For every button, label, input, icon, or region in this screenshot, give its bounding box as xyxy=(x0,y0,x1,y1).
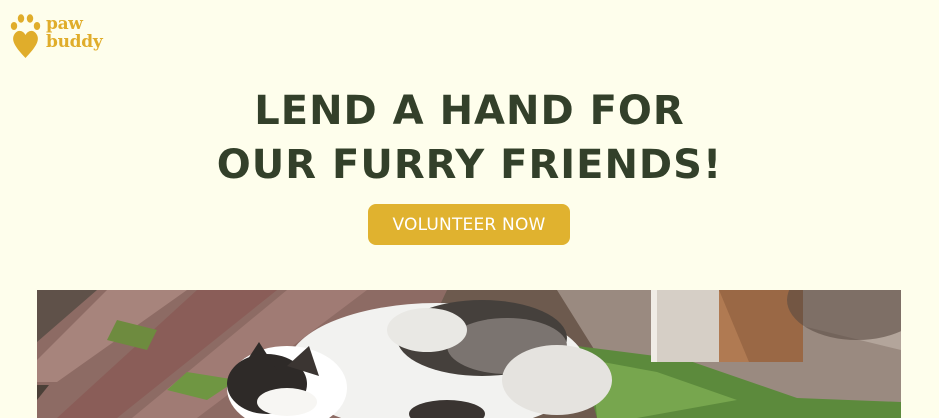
hero-title-line-1: LEND A HAND FOR xyxy=(254,88,685,134)
cat-photo xyxy=(37,290,901,418)
cat-photo-illustration xyxy=(37,290,901,418)
brand-line-1: paw xyxy=(46,14,83,34)
paw-heart-icon xyxy=(10,14,41,58)
brand-line-2: buddy xyxy=(46,32,103,52)
brand-wordmark: paw buddy xyxy=(46,14,103,52)
volunteer-now-button[interactable]: VOLUNTEER NOW xyxy=(368,204,570,245)
hero-title-line-2: OUR FURRY FRIENDS! xyxy=(216,142,723,188)
hero-title: LEND A HAND FOR OUR FURRY FRIENDS! xyxy=(0,84,939,192)
brand-logo[interactable]: paw buddy xyxy=(9,12,109,62)
